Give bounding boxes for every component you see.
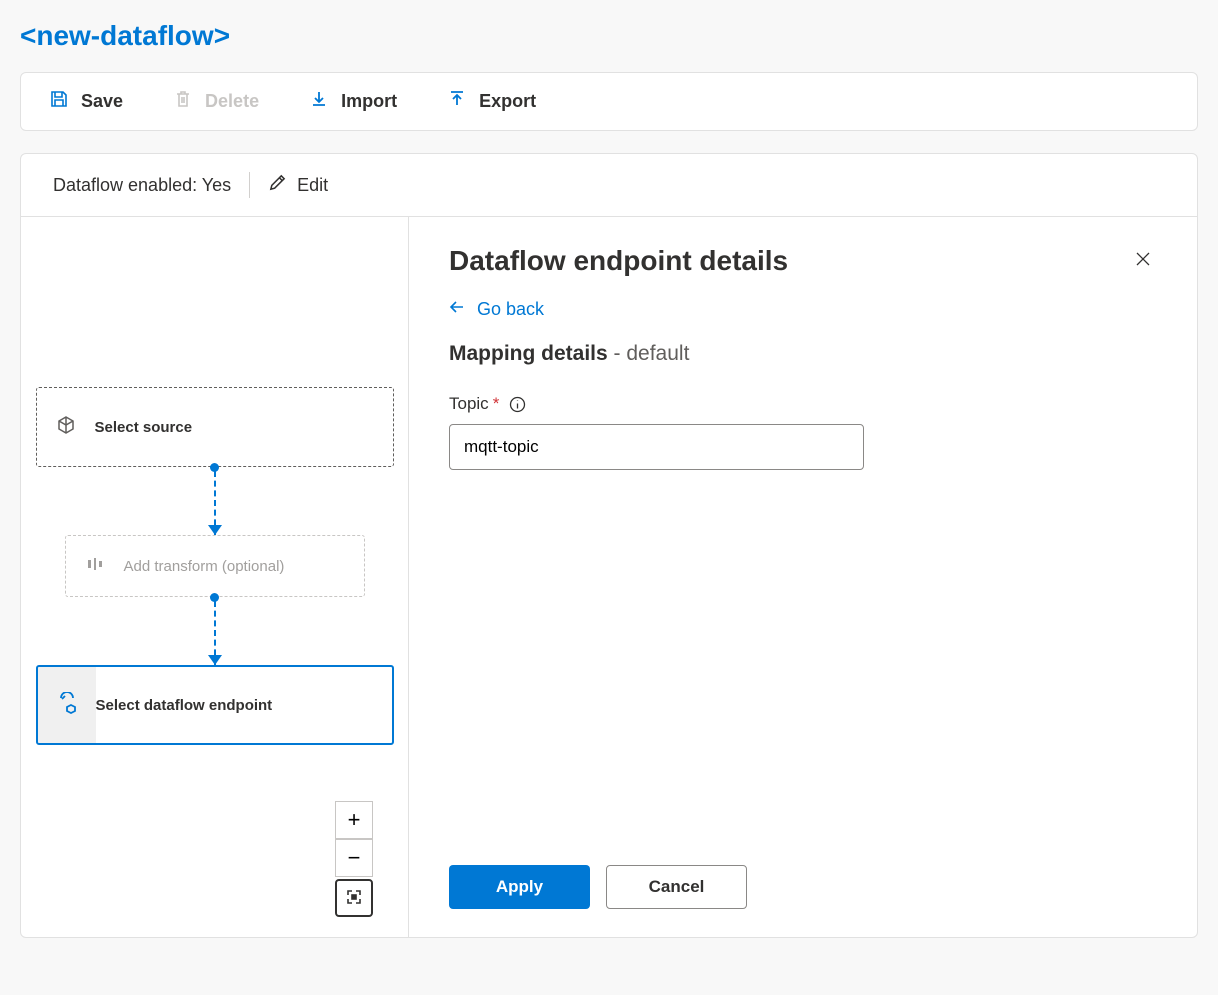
- source-node[interactable]: Select source: [36, 387, 394, 467]
- endpoint-node-label: Select dataflow endpoint: [96, 697, 273, 714]
- export-icon: [447, 89, 467, 114]
- go-back-label: Go back: [477, 299, 544, 320]
- delete-button: Delete: [173, 89, 259, 114]
- mapping-details-heading: Mapping details - default: [449, 342, 1157, 366]
- save-label: Save: [81, 91, 123, 112]
- pencil-icon: [268, 173, 287, 197]
- topic-input[interactable]: [449, 424, 864, 470]
- main-panel: Dataflow enabled: Yes Edit Select source: [20, 153, 1198, 938]
- cube-icon: [56, 415, 76, 439]
- minus-icon: −: [348, 845, 361, 871]
- zoom-in-button[interactable]: +: [335, 801, 373, 839]
- fit-view-button[interactable]: [335, 879, 373, 917]
- required-indicator: *: [493, 394, 500, 414]
- export-button[interactable]: Export: [447, 89, 536, 114]
- export-label: Export: [479, 91, 536, 112]
- topic-field-group: Topic *: [449, 394, 1157, 470]
- source-node-label: Select source: [95, 419, 193, 436]
- zoom-controls: + −: [335, 801, 373, 917]
- edit-label: Edit: [297, 175, 328, 196]
- cancel-button[interactable]: Cancel: [606, 865, 747, 909]
- delete-label: Delete: [205, 91, 259, 112]
- save-button[interactable]: Save: [49, 89, 123, 114]
- content-area: Select source Add transform (optional): [21, 217, 1197, 937]
- zoom-out-button[interactable]: −: [335, 839, 373, 877]
- page-title: <new-dataflow>: [20, 20, 1198, 52]
- apply-button[interactable]: Apply: [449, 865, 590, 909]
- save-icon: [49, 89, 69, 114]
- flow-arrow: [214, 467, 216, 535]
- status-bar: Dataflow enabled: Yes Edit: [21, 154, 1197, 217]
- edit-button[interactable]: Edit: [268, 173, 328, 197]
- toolbar: Save Delete Import Export: [20, 72, 1198, 131]
- flow-panel: Select source Add transform (optional): [21, 217, 409, 937]
- close-button[interactable]: [1129, 245, 1157, 276]
- plus-icon: +: [348, 807, 361, 833]
- trash-icon: [173, 89, 193, 114]
- divider: [249, 172, 250, 198]
- close-icon: [1133, 257, 1153, 272]
- arrow-left-icon: [449, 299, 465, 320]
- action-buttons: Apply Cancel: [449, 835, 1157, 909]
- endpoint-icon: [56, 692, 78, 718]
- endpoint-node[interactable]: Select dataflow endpoint: [36, 665, 394, 745]
- transform-icon: [85, 554, 105, 578]
- import-label: Import: [341, 91, 397, 112]
- flow-arrow: [214, 597, 216, 665]
- dataflow-enabled-label: Dataflow enabled: Yes: [53, 175, 231, 196]
- topic-label: Topic: [449, 394, 489, 414]
- import-button[interactable]: Import: [309, 89, 397, 114]
- info-icon[interactable]: [509, 396, 526, 413]
- transform-node[interactable]: Add transform (optional): [65, 535, 365, 597]
- transform-node-label: Add transform (optional): [124, 558, 285, 575]
- details-title: Dataflow endpoint details: [449, 245, 788, 277]
- go-back-button[interactable]: Go back: [449, 299, 1157, 320]
- import-icon: [309, 89, 329, 114]
- details-panel: Dataflow endpoint details Go back Mappin…: [409, 217, 1197, 937]
- fit-icon: [346, 885, 362, 911]
